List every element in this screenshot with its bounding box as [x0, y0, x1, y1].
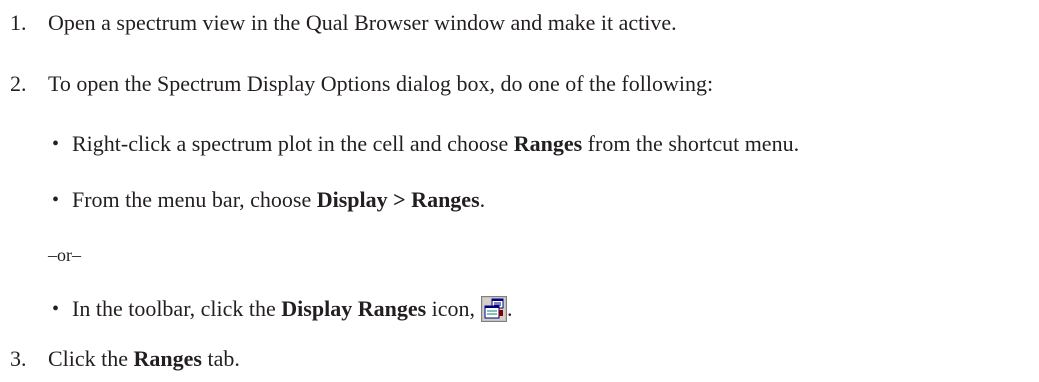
bullet-glyph: • — [52, 189, 60, 211]
or-separator: –or– — [48, 245, 81, 265]
bullet-glyph: • — [52, 133, 60, 155]
step-text: To open the Spectrum Display Options dia… — [48, 71, 714, 96]
step-number: 1. — [10, 10, 27, 35]
ui-term: Ranges — [513, 131, 583, 156]
step-text: Click the Ranges tab. — [48, 346, 240, 371]
display-ranges-icon — [481, 296, 508, 322]
ui-term: Display Ranges — [281, 296, 427, 321]
bullet-text: Right-click a spectrum plot in the cell … — [72, 131, 800, 156]
ui-term: Ranges — [133, 346, 202, 371]
step-number: 3. — [10, 346, 27, 371]
ui-term: Display > Ranges — [316, 187, 480, 212]
step-text: Open a spectrum view in the Qual Browser… — [48, 10, 677, 35]
bullet-text: From the menu bar, choose Display > Rang… — [72, 187, 486, 212]
bullet-glyph: • — [52, 298, 60, 320]
bullet-text: In the toolbar, click the Display Ranges… — [72, 296, 513, 322]
step-number: 2. — [10, 71, 27, 96]
